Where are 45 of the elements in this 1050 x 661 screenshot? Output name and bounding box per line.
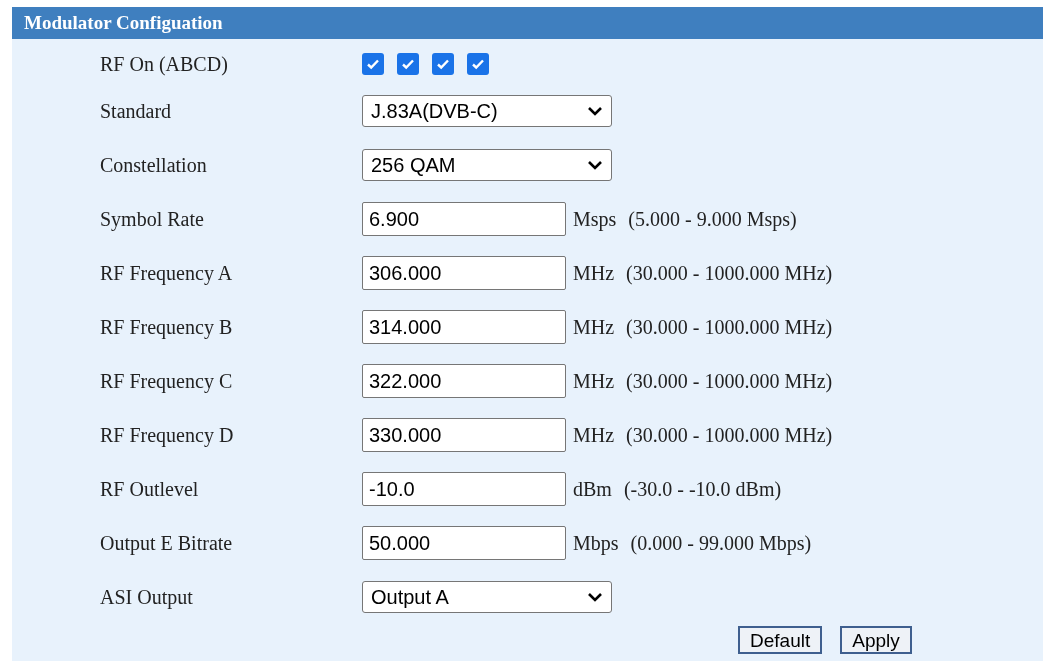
- range-hint: (30.000 - 1000.000 MHz): [626, 315, 833, 341]
- field-label: RF Frequency C: [100, 369, 234, 395]
- unit-label: MHz: [573, 369, 615, 394]
- unit-label: Mbps: [573, 531, 619, 557]
- input-field[interactable]: -10.0: [362, 472, 566, 506]
- range-hint: (30.000 - 1000.000 MHz): [626, 369, 833, 395]
- range-hint: (0.000 - 99.000 Mbps): [630, 531, 812, 557]
- field-label: RF Frequency A: [100, 261, 234, 287]
- checkbox[interactable]: [432, 53, 454, 75]
- field-label: Constellation: [100, 153, 208, 178]
- chevron-down-icon: [587, 592, 603, 602]
- field-label: Symbol Rate: [100, 207, 205, 233]
- field-label: RF Frequency D: [100, 423, 235, 449]
- range-hint: (30.000 - 1000.000 MHz): [626, 423, 833, 449]
- field-label: RF Outlevel: [100, 477, 200, 502]
- checkbox[interactable]: [467, 53, 489, 75]
- input-field[interactable]: 330.000: [362, 418, 566, 452]
- unit-label: MHz: [573, 261, 615, 286]
- range-hint: (-30.0 - -10.0 dBm): [623, 477, 782, 503]
- unit-label: MHz: [573, 315, 615, 340]
- field-label: ASI Output: [100, 585, 194, 611]
- dropdown[interactable]: 256 QAM: [362, 149, 612, 181]
- unit-label: dBm: [573, 477, 612, 502]
- input-field[interactable]: 322.000: [362, 364, 566, 398]
- input-field[interactable]: 306.000: [362, 256, 566, 290]
- unit-label: Msps: [573, 207, 617, 233]
- action-button[interactable]: Default: [738, 626, 823, 654]
- chevron-down-icon: [587, 106, 603, 116]
- range-hint: (5.000 - 9.000 Msps): [628, 207, 797, 233]
- input-field[interactable]: 6.900: [362, 202, 566, 236]
- field-label: Output E Bitrate: [100, 531, 234, 557]
- dropdown[interactable]: J.83A(DVB-C): [362, 95, 612, 127]
- field-label: RF On (ABCD): [100, 52, 229, 78]
- field-label: Standard: [100, 99, 173, 124]
- field-label: RF Frequency B: [100, 315, 234, 341]
- checkbox[interactable]: [362, 53, 384, 75]
- input-field[interactable]: 50.000: [362, 526, 566, 560]
- dropdown[interactable]: Output A: [362, 581, 612, 613]
- checkbox[interactable]: [397, 53, 419, 75]
- panel-title: Modulator Configuation: [24, 10, 223, 35]
- chevron-down-icon: [587, 160, 603, 170]
- range-hint: (30.000 - 1000.000 MHz): [626, 261, 833, 287]
- action-button[interactable]: Apply: [840, 626, 912, 654]
- input-field[interactable]: 314.000: [362, 310, 566, 344]
- unit-label: MHz: [573, 423, 615, 448]
